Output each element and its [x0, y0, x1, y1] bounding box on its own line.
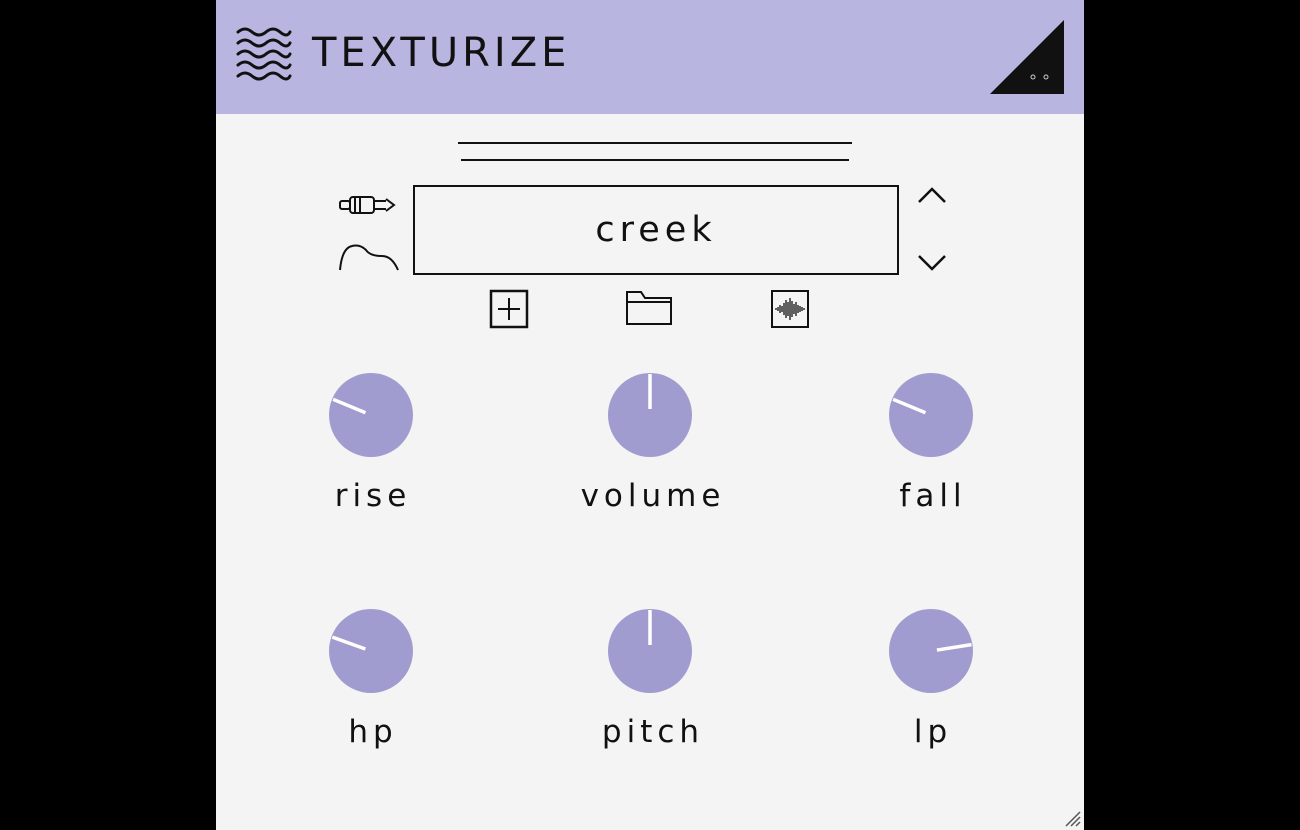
- knob-label-volume: volume: [580, 478, 726, 514]
- knob-body: [889, 373, 973, 457]
- knob-label-hp: hp: [348, 714, 398, 750]
- chevron-up-icon[interactable]: [916, 184, 948, 206]
- waves-icon: [236, 27, 292, 81]
- knob-rise[interactable]: [328, 372, 414, 458]
- preset-name: creek: [595, 210, 717, 250]
- knob-label-rise: rise: [334, 478, 412, 514]
- knob-label-fall: fall: [899, 478, 967, 514]
- envelope-curve-icon[interactable]: [338, 238, 400, 274]
- knob-fall[interactable]: [888, 372, 974, 458]
- knob-label-lp: lp: [913, 714, 953, 750]
- knob-hp[interactable]: [328, 608, 414, 694]
- knob-label-pitch: pitch: [601, 714, 705, 750]
- preset-display[interactable]: creek: [413, 185, 899, 275]
- waveform-icon[interactable]: [770, 289, 810, 329]
- plugin-title: TEXTURIZE: [312, 30, 571, 76]
- plugin-window: TEXTURIZE creek rise volume fall hp pitc…: [216, 0, 1084, 830]
- header-bar: TEXTURIZE: [216, 0, 1084, 114]
- knob-pitch[interactable]: [607, 608, 693, 694]
- knob-body: [329, 609, 413, 693]
- triangle-menu-icon[interactable]: [990, 20, 1066, 96]
- knob-volume[interactable]: [607, 372, 693, 458]
- add-square-icon[interactable]: [489, 289, 529, 329]
- chevron-down-icon[interactable]: [916, 252, 948, 274]
- folder-icon[interactable]: [625, 288, 673, 328]
- audio-jack-icon[interactable]: [338, 193, 400, 217]
- divider-lines: [458, 142, 852, 161]
- resize-grip-icon[interactable]: [1062, 808, 1082, 828]
- knob-lp[interactable]: [888, 608, 974, 694]
- knob-body: [889, 609, 973, 693]
- knob-body: [329, 373, 413, 457]
